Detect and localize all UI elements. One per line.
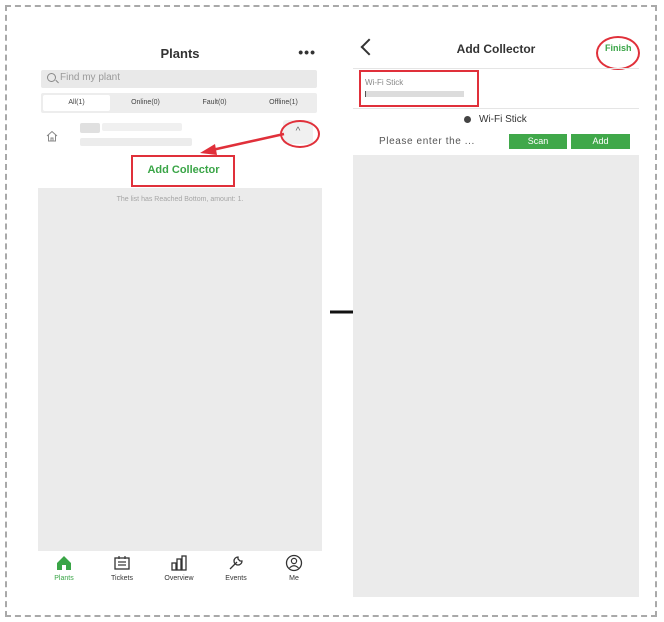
divider — [353, 68, 639, 69]
highlight-box — [359, 70, 479, 107]
ticket-icon — [114, 556, 130, 570]
nav-label: Tickets — [111, 575, 133, 582]
radio-selected-icon[interactable] — [464, 116, 471, 123]
search-icon — [47, 73, 56, 82]
plant-address-redacted — [80, 138, 192, 146]
nav-tickets[interactable]: Tickets — [102, 554, 142, 582]
tab-online[interactable]: Online(0) — [112, 95, 179, 111]
nav-label: Me — [289, 575, 299, 582]
serial-input-placeholder[interactable]: Please enter the ... — [379, 136, 475, 147]
content-area — [353, 155, 639, 597]
page-title: Plants — [160, 46, 200, 61]
tab-all[interactable]: All(1) — [43, 95, 110, 111]
nav-events[interactable]: Events — [216, 554, 256, 582]
list-end-message: The list has Reached Bottom, amount: 1. — [116, 196, 244, 203]
nav-plants[interactable]: Plants — [44, 554, 84, 582]
home-icon — [57, 556, 71, 570]
chart-icon — [171, 555, 187, 571]
add-button[interactable]: Add — [571, 134, 630, 149]
nav-label: Plants — [54, 575, 74, 582]
scan-button[interactable]: Scan — [509, 134, 567, 149]
bottom-navigation: Plants Tickets Overview Events Me — [38, 551, 322, 596]
highlight-circle — [596, 36, 640, 70]
tab-offline[interactable]: Offline(1) — [250, 95, 317, 111]
plant-list: The list has Reached Bottom, amount: 1. — [38, 188, 322, 551]
search-placeholder: Find my plant — [60, 72, 121, 83]
user-icon — [285, 554, 303, 572]
plant-name-redacted — [102, 123, 182, 131]
nav-label: Events — [225, 575, 247, 582]
plant-name-redacted — [80, 123, 100, 133]
radio-label[interactable]: Wi-Fi Stick — [479, 114, 527, 125]
search-input[interactable]: Find my plant — [41, 70, 317, 88]
add-collector-button[interactable]: Add Collector — [131, 157, 236, 187]
more-menu-icon[interactable]: ••• — [298, 44, 316, 60]
wrench-icon — [229, 556, 243, 570]
plants-screen: Plants ••• Find my plant All(1) Online(0… — [38, 34, 322, 596]
nav-me[interactable]: Me — [274, 554, 314, 582]
divider — [353, 108, 639, 109]
home-outline-icon — [46, 130, 58, 142]
tab-fault[interactable]: Fault(0) — [181, 95, 248, 111]
nav-label: Overview — [164, 575, 194, 582]
status-tabs: All(1) Online(0) Fault(0) Offline(1) — [41, 93, 317, 113]
add-collector-screen: Add Collector Finish Wi-Fi Stick Wi-Fi S… — [353, 34, 640, 597]
nav-overview[interactable]: Overview — [159, 554, 199, 582]
